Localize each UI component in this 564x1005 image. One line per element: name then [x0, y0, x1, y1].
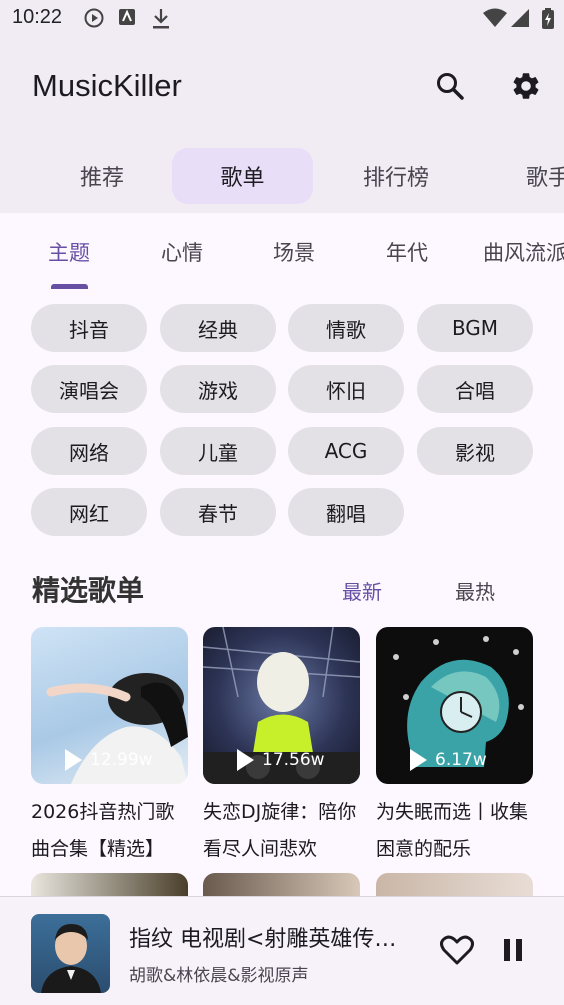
play-count-value: 12.99w [90, 750, 153, 770]
download-icon [152, 8, 170, 34]
playlist-title: 2026抖音热门歌曲合集【精选】 [31, 801, 175, 860]
top-tabs: 推荐 歌单 排行榜 歌手 [0, 132, 564, 213]
chip-tag[interactable]: 网红 [31, 488, 147, 536]
status-time: 10:22 [12, 6, 63, 28]
subtab-theme[interactable]: 主题 [48, 237, 90, 267]
chip-tag[interactable]: 儿童 [160, 427, 276, 475]
play-icon [237, 749, 254, 771]
playlist-cover: 6.17w [376, 627, 533, 784]
chip-tag[interactable]: 翻唱 [288, 488, 404, 536]
play-count-value: 6.17w [435, 750, 487, 770]
chip-tag[interactable]: BGM [417, 304, 533, 352]
tab-charts[interactable]: 排行榜 [326, 148, 466, 204]
play-count: 17.56w [237, 746, 325, 774]
favorite-button[interactable] [435, 930, 479, 974]
chip-tag[interactable]: 演唱会 [31, 365, 147, 413]
section-title: 精选歌单 [32, 574, 145, 607]
play-count: 12.99w [65, 746, 153, 774]
play-icon [410, 749, 427, 771]
chip-tag[interactable]: 情歌 [288, 304, 404, 352]
chip-tag[interactable]: 怀旧 [288, 365, 404, 413]
playlist-card[interactable]: 6.17w 为失眠而选丨收集困意的配乐 [376, 627, 533, 868]
tab-playlists[interactable]: 歌单 [172, 148, 313, 204]
chip-tag[interactable]: 合唱 [417, 365, 533, 413]
app-notification-icon [118, 8, 136, 30]
playlist-title: 为失眠而选丨收集困意的配乐 [376, 801, 529, 860]
subtab-era[interactable]: 年代 [386, 237, 428, 267]
active-tab-indicator [51, 284, 88, 289]
now-playing-cover [31, 914, 110, 993]
app-title: MusicKiller [32, 68, 182, 103]
sort-hot-tab[interactable]: 最热 [455, 576, 495, 605]
signal-icon [510, 8, 530, 32]
playlist-cover: 17.56w [203, 627, 360, 784]
category-tabs: 主题 心情 场景 年代 曲风流派 [0, 213, 564, 289]
now-playing-artist: 胡歌&林依晨&影视原声 [129, 966, 309, 986]
pause-button[interactable] [491, 930, 535, 974]
subtab-scene[interactable]: 场景 [273, 237, 315, 267]
mini-player[interactable]: 指纹 电视剧<射雕英雄传… 胡歌&林依晨&影视原声 [0, 896, 564, 1005]
wifi-icon [482, 8, 508, 32]
chip-tag[interactable]: 影视 [417, 427, 533, 475]
heart-icon [440, 935, 474, 969]
chip-tag[interactable]: 网络 [31, 427, 147, 475]
play-icon [65, 749, 82, 771]
gear-icon [510, 70, 542, 106]
play-count: 6.17w [410, 746, 487, 774]
sort-latest-tab[interactable]: 最新 [342, 576, 382, 605]
subtab-mood[interactable]: 心情 [161, 237, 203, 267]
play-count-value: 17.56w [262, 750, 325, 770]
status-bar: 10:22 [0, 0, 564, 40]
playlist-card[interactable]: 12.99w 2026抖音热门歌曲合集【精选】 [31, 627, 188, 868]
chip-tag[interactable]: 春节 [160, 488, 276, 536]
tab-recommend[interactable]: 推荐 [32, 148, 172, 204]
chip-tag[interactable]: ACG [288, 427, 404, 475]
chip-tag[interactable]: 游戏 [160, 365, 276, 413]
search-icon [435, 71, 465, 105]
now-playing-title: 指纹 电视剧<射雕英雄传… [129, 927, 397, 952]
play-notification-icon [84, 8, 104, 32]
settings-button[interactable] [504, 66, 548, 110]
playlist-card[interactable]: 17.56w 失恋DJ旋律：陪你看尽人间悲欢 [203, 627, 360, 868]
subtab-genre[interactable]: 曲风流派 [483, 237, 564, 267]
chip-tag[interactable]: 抖音 [31, 304, 147, 352]
playlist-cover: 12.99w [31, 627, 188, 784]
tab-artists[interactable]: 歌手 [478, 148, 564, 204]
pause-icon [502, 938, 524, 966]
app-bar: MusicKiller [0, 40, 564, 132]
battery-icon [541, 8, 555, 34]
search-button[interactable] [428, 66, 472, 110]
chip-tag[interactable]: 经典 [160, 304, 276, 352]
playlist-title: 失恋DJ旋律：陪你看尽人间悲欢 [203, 801, 357, 860]
